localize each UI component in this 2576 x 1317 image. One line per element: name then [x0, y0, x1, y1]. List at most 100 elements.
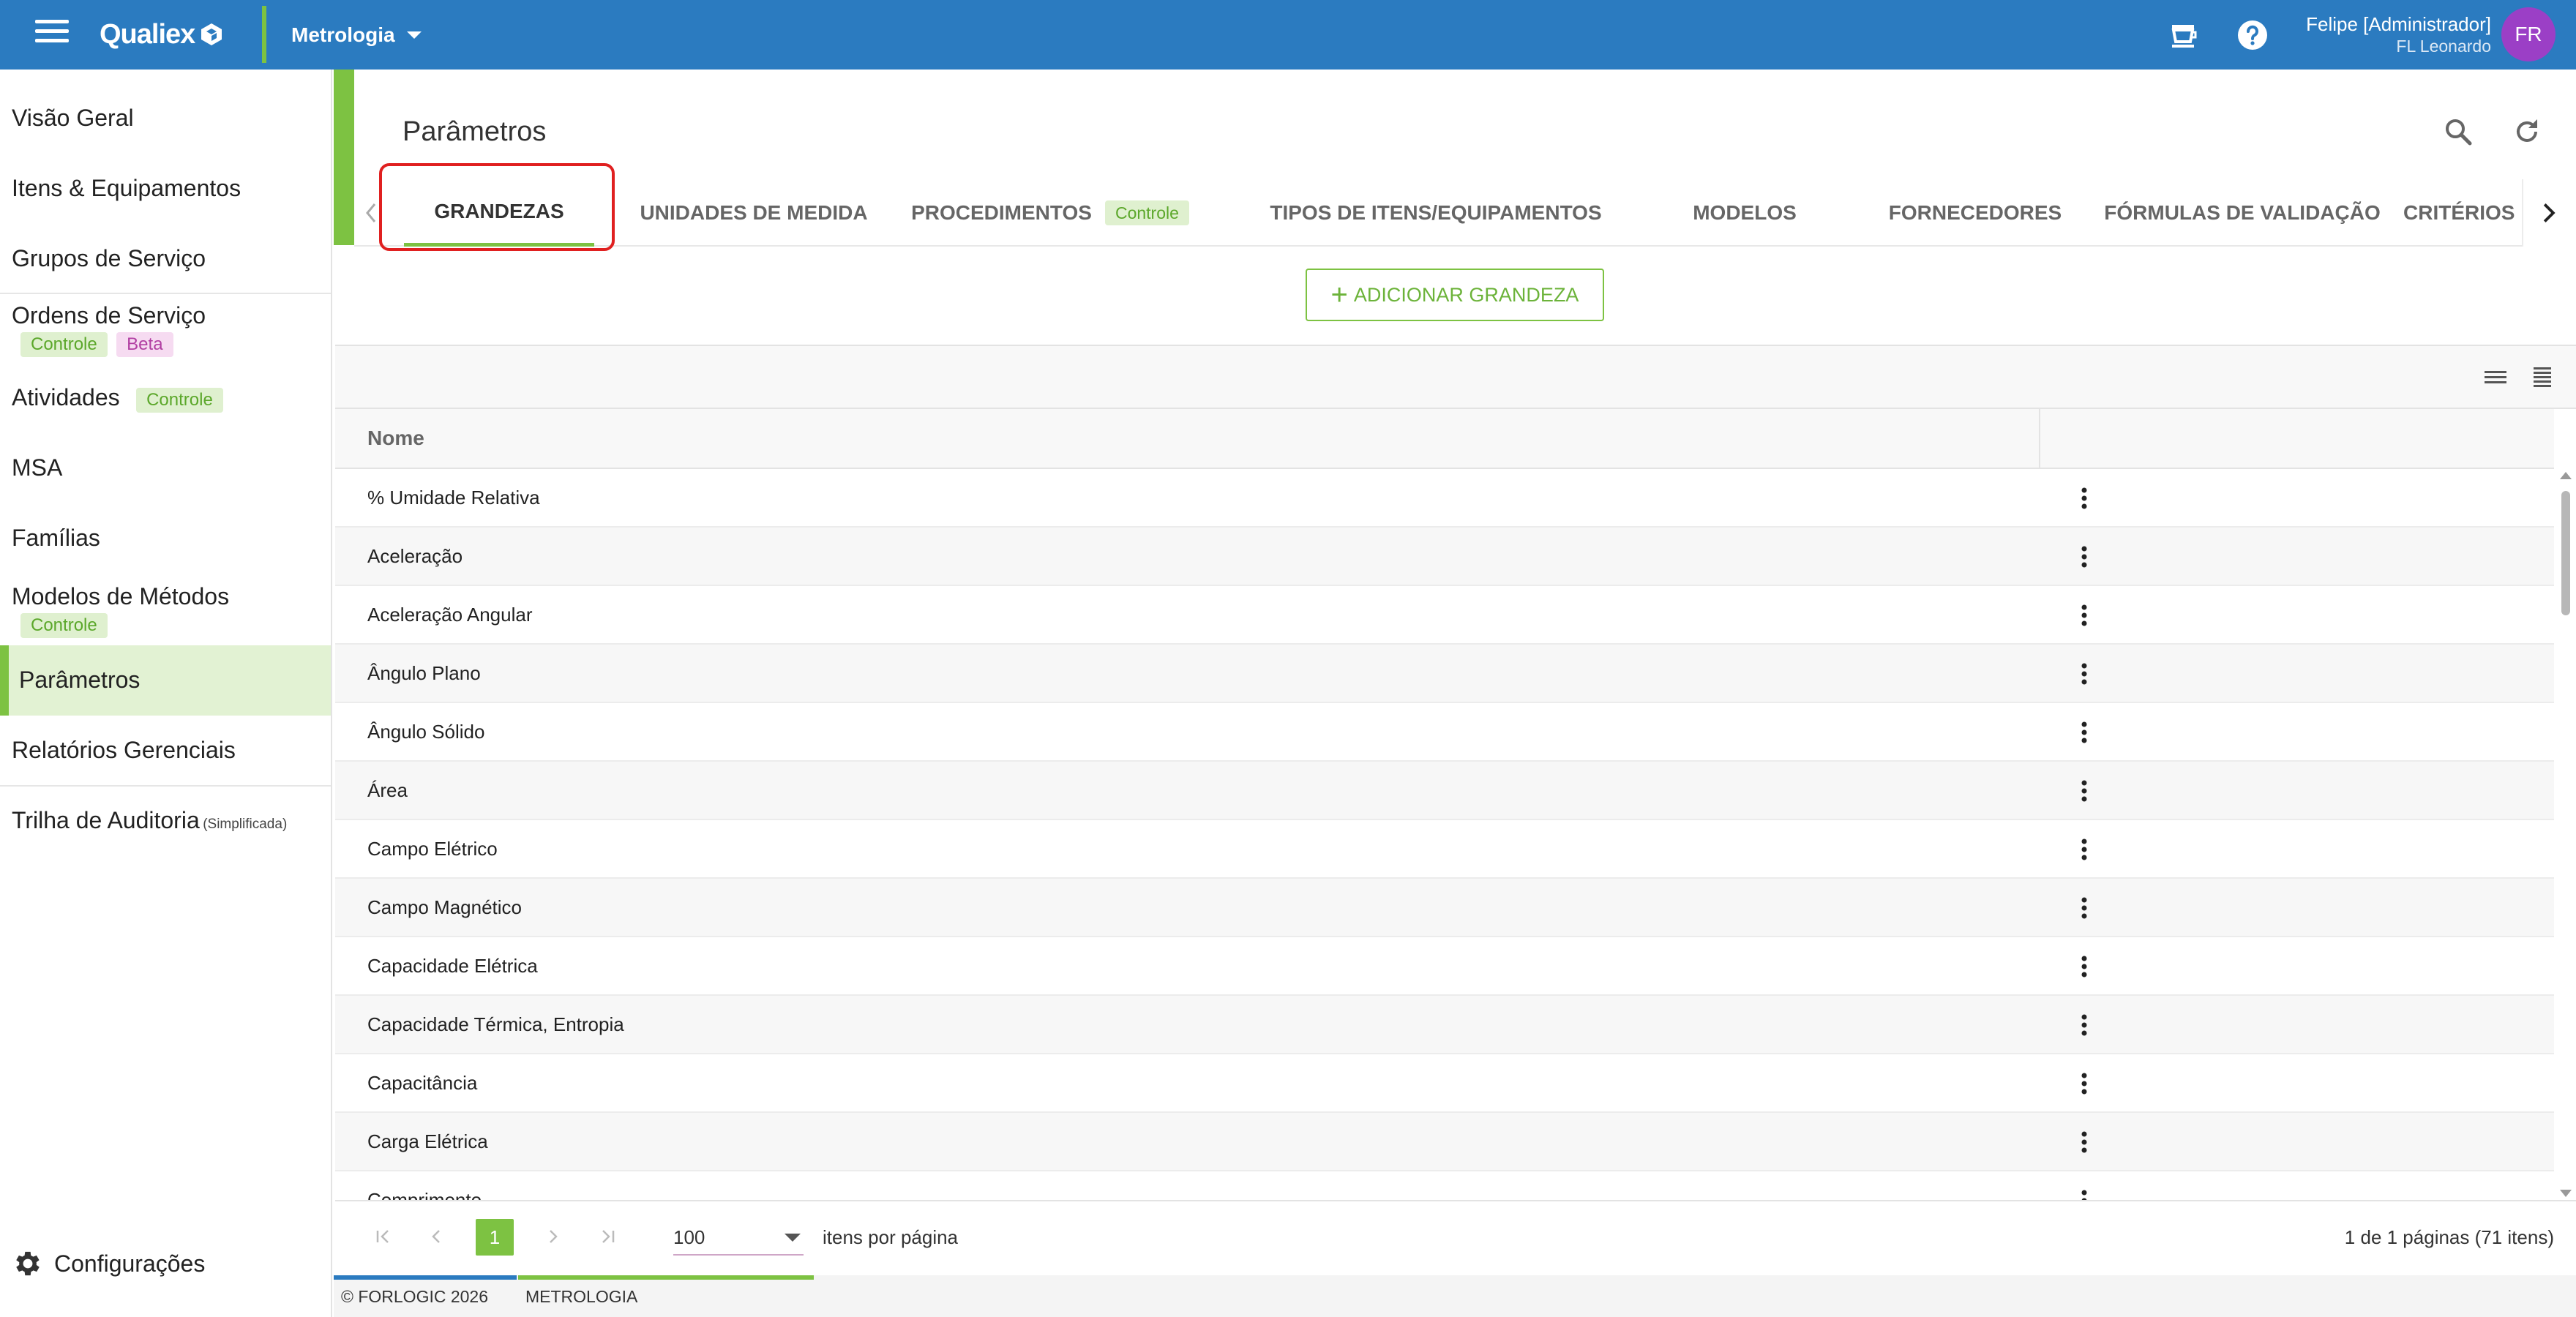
table-row[interactable]: Aceleração	[335, 528, 2554, 586]
refresh-icon[interactable]	[2510, 115, 2544, 149]
more-vert-icon[interactable]	[2070, 1186, 2099, 1200]
row-name: Aceleração Angular	[367, 604, 533, 626]
avatar[interactable]: FR	[2501, 7, 2556, 61]
last-page-icon[interactable]	[593, 1222, 622, 1251]
per-page-label: itens por página	[823, 1226, 959, 1248]
coffee-cup-icon[interactable]	[2166, 18, 2201, 53]
pagination: 1 100 itens por página 1 de 1 páginas (7…	[335, 1200, 2576, 1272]
tab-tipos-itens-equipamentos[interactable]: TIPOS DE ITENS/EQUIPAMENTOS	[1253, 179, 1619, 247]
controle-badge: Controle	[1104, 200, 1189, 225]
chevron-left-icon[interactable]	[354, 179, 386, 247]
more-vert-icon[interactable]	[2070, 1069, 2099, 1098]
tab-unidades-de-medida[interactable]: UNIDADES DE MEDIDA	[640, 179, 867, 247]
more-vert-icon[interactable]	[2070, 893, 2099, 923]
grid-rows: % Umidade Relativa Aceleração Aceleração…	[335, 469, 2554, 1200]
row-name: Ângulo Plano	[367, 662, 481, 684]
table-row[interactable]: Comprimento	[335, 1171, 2554, 1200]
more-vert-icon[interactable]	[2070, 718, 2099, 747]
sidebar-item-label: Visão Geral	[12, 105, 134, 131]
table-row[interactable]: % Umidade Relativa	[335, 469, 2554, 528]
pager-summary: 1 de 1 páginas (71 itens)	[2344, 1226, 2554, 1248]
help-circle-icon[interactable]	[2235, 18, 2270, 53]
sidebar-item-grupos-servico[interactable]: Grupos de Serviço	[0, 245, 331, 272]
more-vert-icon[interactable]	[2070, 835, 2099, 864]
search-icon[interactable]	[2441, 115, 2475, 149]
sidebar-item-msa[interactable]: MSA	[0, 454, 331, 481]
first-page-icon[interactable]	[369, 1222, 398, 1251]
tab-formulas-de-validacao[interactable]: FÓRMULAS DE VALIDAÇÃO	[2096, 179, 2389, 247]
data-grid: Nome % Umidade Relativa Aceleração Acele…	[335, 345, 2576, 1272]
vertical-scrollbar[interactable]	[2556, 469, 2576, 1200]
table-row[interactable]: Ângulo Sólido	[335, 703, 2554, 762]
chevron-right-icon[interactable]	[2522, 179, 2576, 247]
page-title: Parâmetros	[402, 116, 547, 147]
row-name: Capacidade Térmica, Entropia	[367, 1013, 624, 1035]
sidebar-item-label: Relatórios Gerenciais	[12, 737, 236, 763]
sidebar-item-modelos-metodos[interactable]: Modelos de Métodos Controle	[0, 583, 331, 638]
sidebar-item-visao-geral[interactable]: Visão Geral	[0, 105, 331, 132]
row-name: Ângulo Sólido	[367, 721, 485, 743]
tab-procedimentos[interactable]: PROCEDIMENTOS Controle	[907, 179, 1193, 247]
user-info[interactable]: Felipe [Administrador] FL Leonardo	[2304, 13, 2491, 57]
module-label: Metrologia	[291, 23, 395, 46]
sidebar-item-ordens-servico[interactable]: Ordens de Serviço Controle Beta	[0, 302, 331, 357]
sidebar-item-parametros[interactable]: Parâmetros	[0, 667, 331, 694]
tab-grandezas[interactable]: GRANDEZAS	[404, 179, 594, 247]
table-row[interactable]: Ângulo Plano	[335, 645, 2554, 703]
tab-bar: GRANDEZAS UNIDADES DE MEDIDA PROCEDIMENT…	[354, 179, 2576, 247]
table-row[interactable]: Aceleração Angular	[335, 586, 2554, 645]
more-vert-icon[interactable]	[2070, 542, 2099, 571]
column-header-nome[interactable]: Nome	[367, 427, 424, 450]
tab-modelos[interactable]: MODELOS	[1664, 179, 1825, 247]
more-vert-icon[interactable]	[2070, 659, 2099, 688]
more-vert-icon[interactable]	[2070, 484, 2099, 513]
more-vert-icon[interactable]	[2070, 1010, 2099, 1040]
more-vert-icon[interactable]	[2070, 952, 2099, 981]
current-page-button[interactable]: 1	[476, 1219, 514, 1256]
sidebar-item-label: Atividades	[12, 384, 120, 410]
sidebar-item-label: Parâmetros	[19, 667, 141, 693]
more-vert-icon[interactable]	[2070, 1127, 2099, 1157]
sidebar-item-familias[interactable]: Famílias	[0, 525, 331, 552]
sidebar-item-label: MSA	[12, 454, 63, 481]
sidebar-item-relatorios-gerenciais[interactable]: Relatórios Gerenciais	[0, 737, 331, 764]
hamburger-menu-icon[interactable]	[35, 20, 69, 49]
settings-label: Configurações	[54, 1250, 206, 1277]
sidebar-item-suffix: (Simplificada)	[203, 817, 288, 832]
row-name: Capacidade Elétrica	[367, 955, 538, 977]
add-grandeza-button[interactable]: + ADICIONAR GRANDEZA	[1306, 269, 1604, 321]
sidebar-item-label: Ordens de Serviço	[12, 302, 206, 329]
sidebar-divider	[0, 293, 331, 294]
add-button-label: ADICIONAR GRANDEZA	[1353, 283, 1579, 306]
table-row[interactable]: Capacidade Elétrica	[335, 937, 2554, 996]
controle-badge: Controle	[136, 388, 223, 413]
controle-badge: Controle	[20, 332, 108, 357]
tab-label: FORNECEDORES	[1888, 201, 2062, 224]
sidebar-item-itens-equipamentos[interactable]: Itens & Equipamentos	[0, 175, 331, 202]
sidebar-item-atividades[interactable]: Atividades Controle	[0, 384, 331, 413]
table-row[interactable]: Campo Elétrico	[335, 820, 2554, 879]
table-row[interactable]: Campo Magnético	[335, 879, 2554, 937]
table-row[interactable]: Área	[335, 762, 2554, 820]
table-row[interactable]: Carga Elétrica	[335, 1113, 2554, 1171]
more-vert-icon[interactable]	[2070, 601, 2099, 630]
table-row[interactable]: Capacidade Térmica, Entropia	[335, 996, 2554, 1054]
grid-toolbar	[335, 346, 2576, 409]
density-dense-icon[interactable]	[2529, 365, 2556, 389]
tab-fornecedores[interactable]: FORNECEDORES	[1862, 179, 2089, 247]
table-row[interactable]: Capacitância	[335, 1054, 2554, 1113]
sidebar-item-trilha-auditoria[interactable]: Trilha de Auditoria (Simplificada)	[0, 807, 331, 834]
next-page-icon[interactable]	[539, 1222, 568, 1251]
column-divider	[2039, 409, 2040, 469]
sidebar-item-label: Trilha de Auditoria	[12, 807, 200, 833]
qualiex-logo[interactable]: Qualiex	[100, 16, 224, 53]
footer: © FORLOGIC 2026 METROLOGIA	[334, 1275, 2576, 1317]
density-compact-icon[interactable]	[2482, 365, 2509, 389]
tab-label: PROCEDIMENTOS	[911, 201, 1092, 224]
previous-page-icon[interactable]	[422, 1222, 451, 1251]
row-name: Área	[367, 779, 408, 801]
settings-button[interactable]: Configurações	[12, 1247, 205, 1280]
page-size-select[interactable]: 100	[673, 1217, 804, 1256]
more-vert-icon[interactable]	[2070, 776, 2099, 806]
module-selector[interactable]: Metrologia	[291, 20, 422, 50]
